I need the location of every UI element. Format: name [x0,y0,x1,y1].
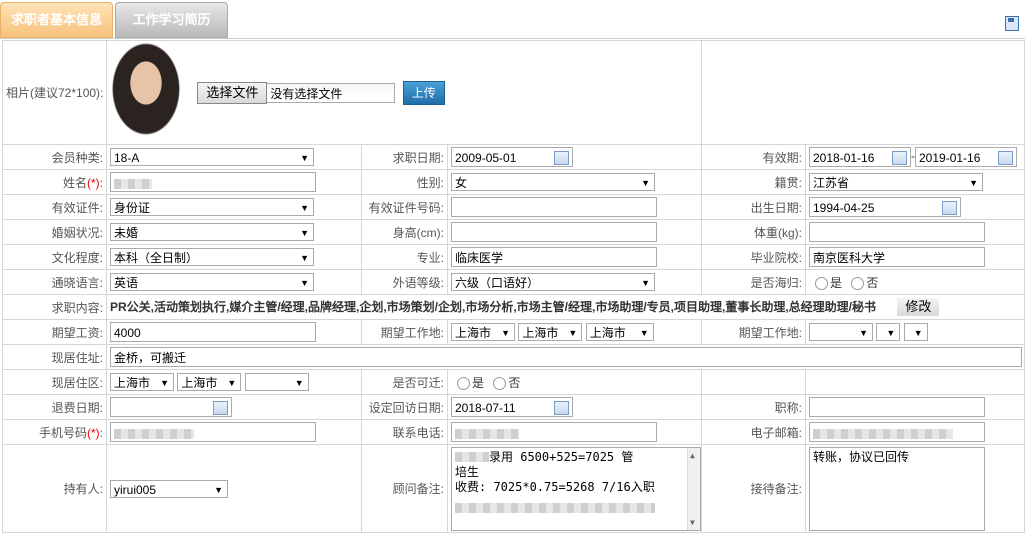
apply-date-input[interactable]: 2009-05-01 [451,147,573,167]
height-label: 身高(cm): [361,219,448,245]
overseas-label: 是否海归: [701,269,806,295]
email-input[interactable] [809,422,985,442]
language-level-select[interactable]: 六级（口语好） [451,273,655,292]
residence-area-select-2[interactable]: 上海市 [177,373,242,392]
overseas-no-label: 否 [866,275,879,290]
work-place-select-2[interactable]: 上海市 [518,323,583,342]
residence-area-select-3[interactable] [244,373,309,392]
mobile-input[interactable] [110,422,316,442]
job-content-label: 求职内容: [2,294,107,320]
gender-label: 性别: [361,169,448,195]
language-select[interactable]: 英语 [110,273,314,292]
job-content-text: PR公关,活动策划执行,媒介主管/经理,品牌经理,企划,市场策划/企划,市场分析… [110,299,877,314]
work-place-2-select-2[interactable] [876,323,901,342]
overseas-no-radio[interactable] [851,276,865,290]
overseas-yes-radio[interactable] [815,276,828,290]
remark-scrollbar[interactable] [687,447,700,530]
name-label: 姓名(*): [2,169,107,195]
id-number-input[interactable] [451,197,657,217]
relocate-yes-label: 是 [472,375,485,390]
gender-select[interactable]: 女 [451,173,655,192]
phone-input[interactable] [451,422,657,442]
salary-label: 期望工资: [2,319,107,345]
birth-date-label: 出生日期: [701,194,806,220]
residence-area-select-1[interactable]: 上海市 [110,373,174,392]
address-label: 现居住址: [2,344,107,370]
id-number-label: 有效证件号码: [361,194,448,220]
major-label: 专业: [361,244,448,270]
modify-button[interactable]: 修改 [897,298,940,317]
consultant-remark-textarea[interactable]: 录用 6500+525=7025 管 培生 收费: 7025*0.75=5268… [451,446,701,531]
overseas-yes-label: 是 [830,275,843,290]
calendar-icon[interactable] [554,151,569,165]
job-title-input[interactable] [809,397,985,417]
marital-select[interactable]: 未婚 [110,223,314,242]
holder-select[interactable]: yirui005 [110,479,228,499]
mobile-label: 手机号码(*): [2,419,107,445]
calendar-icon[interactable] [892,151,907,165]
consultant-remark-label: 顾问备注: [361,444,448,533]
native-place-select[interactable]: 江苏省 [809,173,983,192]
height-input[interactable] [451,222,657,242]
tab-work-history[interactable]: 工作学习简历 [115,2,228,38]
valid-period-label: 有效期: [701,144,806,170]
residence-area-label: 现居住区: [2,369,107,395]
save-icon[interactable] [1005,16,1019,31]
major-input[interactable]: 临床医学 [451,247,657,267]
reception-remark-label: 接待备注: [701,444,806,533]
language-level-label: 外语等级: [361,269,448,295]
weight-input[interactable] [809,222,985,242]
id-type-select[interactable]: 身份证 [110,198,314,217]
reception-remark-textarea[interactable]: 转账，协议已回传 [809,446,985,531]
calendar-icon[interactable] [942,201,957,215]
relocate-label: 是否可迁: [361,369,448,395]
work-place-2-label: 期望工作地: [701,319,806,345]
address-input[interactable]: 金桥，可搬迁 [110,347,1022,367]
tab-basic-info[interactable]: 求职者基本信息 [0,2,113,38]
file-name-field: 没有选择文件 [267,82,396,103]
valid-to-input[interactable]: 2019-01-16 [915,147,1017,167]
marital-label: 婚姻状况: [2,219,107,245]
work-place-label: 期望工作地: [361,319,448,345]
native-place-label: 籍贯: [701,169,806,195]
email-label: 电子邮箱: [701,419,806,445]
choose-file-button[interactable]: 选择文件 [197,81,268,104]
salary-input[interactable]: 4000 [110,322,316,342]
name-input[interactable] [110,172,316,192]
school-label: 毕业院校: [701,244,806,270]
weight-label: 体重(kg): [701,219,806,245]
education-label: 文化程度: [2,244,107,270]
refund-date-input[interactable] [110,397,232,417]
refund-date-label: 退费日期: [2,394,107,420]
phone-label: 联系电话: [361,419,448,445]
photo-label: 相片(建议72*100): [2,40,107,145]
member-type-select[interactable]: 18-A [110,148,314,167]
member-type-label: 会员种类: [2,144,107,170]
tab-bar: 求职者基本信息 工作学习简历 [0,0,1025,39]
work-place-select-1[interactable]: 上海市 [451,323,515,342]
birth-date-input[interactable]: 1994-04-25 [809,197,961,217]
language-label: 通晓语言: [2,269,107,295]
work-place-select-3[interactable]: 上海市 [585,323,654,342]
education-select[interactable]: 本科（全日制） [110,248,314,267]
work-place-2-select-3[interactable] [903,323,928,342]
relocate-no-label: 否 [508,375,521,390]
calendar-icon[interactable] [554,401,569,415]
revisit-date-label: 设定回访日期: [361,394,448,420]
relocate-yes-radio[interactable] [457,376,470,390]
valid-from-input[interactable]: 2018-01-16 [809,147,911,167]
revisit-date-input[interactable]: 2018-07-11 [451,397,573,417]
upload-button[interactable]: 上传 [402,80,445,105]
applicant-photo [110,42,182,143]
apply-date-label: 求职日期: [361,144,448,170]
relocate-no-radio[interactable] [493,376,507,390]
calendar-icon[interactable] [213,401,228,415]
work-place-2-select-1[interactable] [809,323,873,342]
calendar-icon[interactable] [998,151,1013,165]
school-input[interactable]: 南京医科大学 [809,247,985,267]
applicant-form: 相片(建议72*100): 选择文件没有选择文件 上传 会员种类: 18-A 求… [2,40,1025,533]
job-title-label: 职称: [701,394,806,420]
holder-label: 持有人: [2,444,107,533]
id-type-label: 有效证件: [2,194,107,220]
